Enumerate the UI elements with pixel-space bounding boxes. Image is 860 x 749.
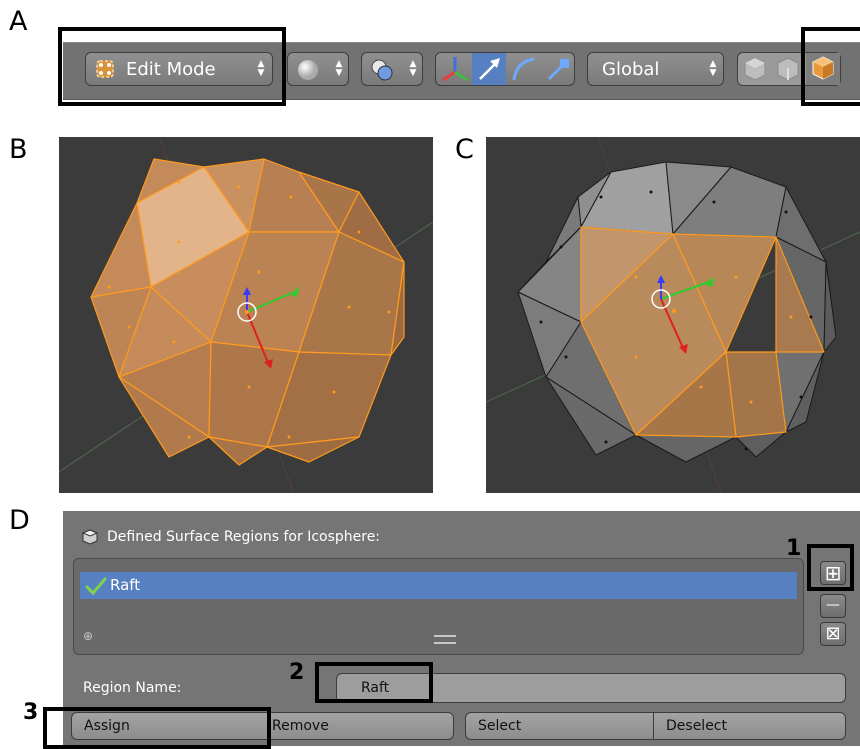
transform-orientation-selector[interactable]: Global ▲ ▼ — [587, 52, 724, 86]
callout-number-1: 1 — [786, 536, 802, 561]
translate-arrow-icon[interactable] — [472, 53, 506, 85]
cube-icon — [81, 528, 99, 550]
edge-select-icon[interactable] — [774, 55, 802, 87]
list-item-label: Raft — [110, 576, 141, 594]
callout-box-add — [807, 544, 854, 591]
callout-box-mode — [58, 27, 286, 106]
clear-regions-button[interactable]: ⊠ — [820, 622, 846, 646]
panel-title: Defined Surface Regions for Icosphere: — [107, 529, 381, 545]
panel-label-a: A — [9, 6, 28, 37]
updown-arrows-icon: ▲ ▼ — [335, 59, 343, 78]
scale-handle-icon[interactable] — [542, 54, 574, 84]
panel-label-d: D — [9, 505, 30, 536]
panel-label-c: C — [455, 134, 474, 165]
list-item[interactable]: Raft — [80, 572, 797, 599]
region-name-label: Region Name: — [83, 680, 182, 696]
resize-grip-icon[interactable] — [434, 635, 456, 644]
callout-number-2: 2 — [289, 660, 305, 685]
callout-box-assign — [43, 707, 271, 749]
add-small-icon[interactable]: ⊕ — [83, 629, 93, 643]
remove-label: Remove — [272, 718, 329, 734]
solid-sphere-icon — [296, 58, 320, 86]
checkmark-icon — [85, 576, 107, 600]
viewport-partial-faces-selected[interactable] — [486, 137, 860, 493]
updown-arrows-icon: ▲ ▼ — [409, 59, 417, 78]
manipulator-toggle-icon[interactable] — [439, 54, 471, 84]
select-button[interactable]: Select — [465, 712, 654, 740]
orientation-label: Global — [602, 59, 660, 80]
remove-region-button[interactable]: — — [820, 594, 846, 618]
viewport-all-faces-selected[interactable] — [59, 137, 433, 493]
deselect-button[interactable]: Deselect — [653, 712, 846, 740]
select-label: Select — [478, 718, 522, 734]
pivot-point-selector[interactable]: ▲ ▼ — [361, 52, 423, 86]
region-list[interactable]: Raft ⊕ — [73, 558, 804, 655]
vertex-select-icon[interactable] — [741, 55, 769, 87]
panel-label-b: B — [9, 134, 28, 165]
callout-box-face-select — [801, 27, 860, 106]
callout-box-name — [315, 662, 433, 703]
callout-number-3: 3 — [23, 700, 39, 725]
pivot-point-icon — [370, 58, 394, 86]
remove-button[interactable]: Remove — [267, 712, 454, 740]
manipulator-group — [435, 52, 575, 86]
deselect-label: Deselect — [666, 718, 727, 734]
viewport-shading-selector[interactable]: ▲ ▼ — [287, 52, 349, 86]
x-icon: ⊠ — [825, 623, 841, 644]
updown-arrows-icon: ▲ ▼ — [709, 59, 717, 78]
minus-icon: — — [826, 597, 840, 613]
rotate-arc-icon[interactable] — [508, 54, 540, 84]
